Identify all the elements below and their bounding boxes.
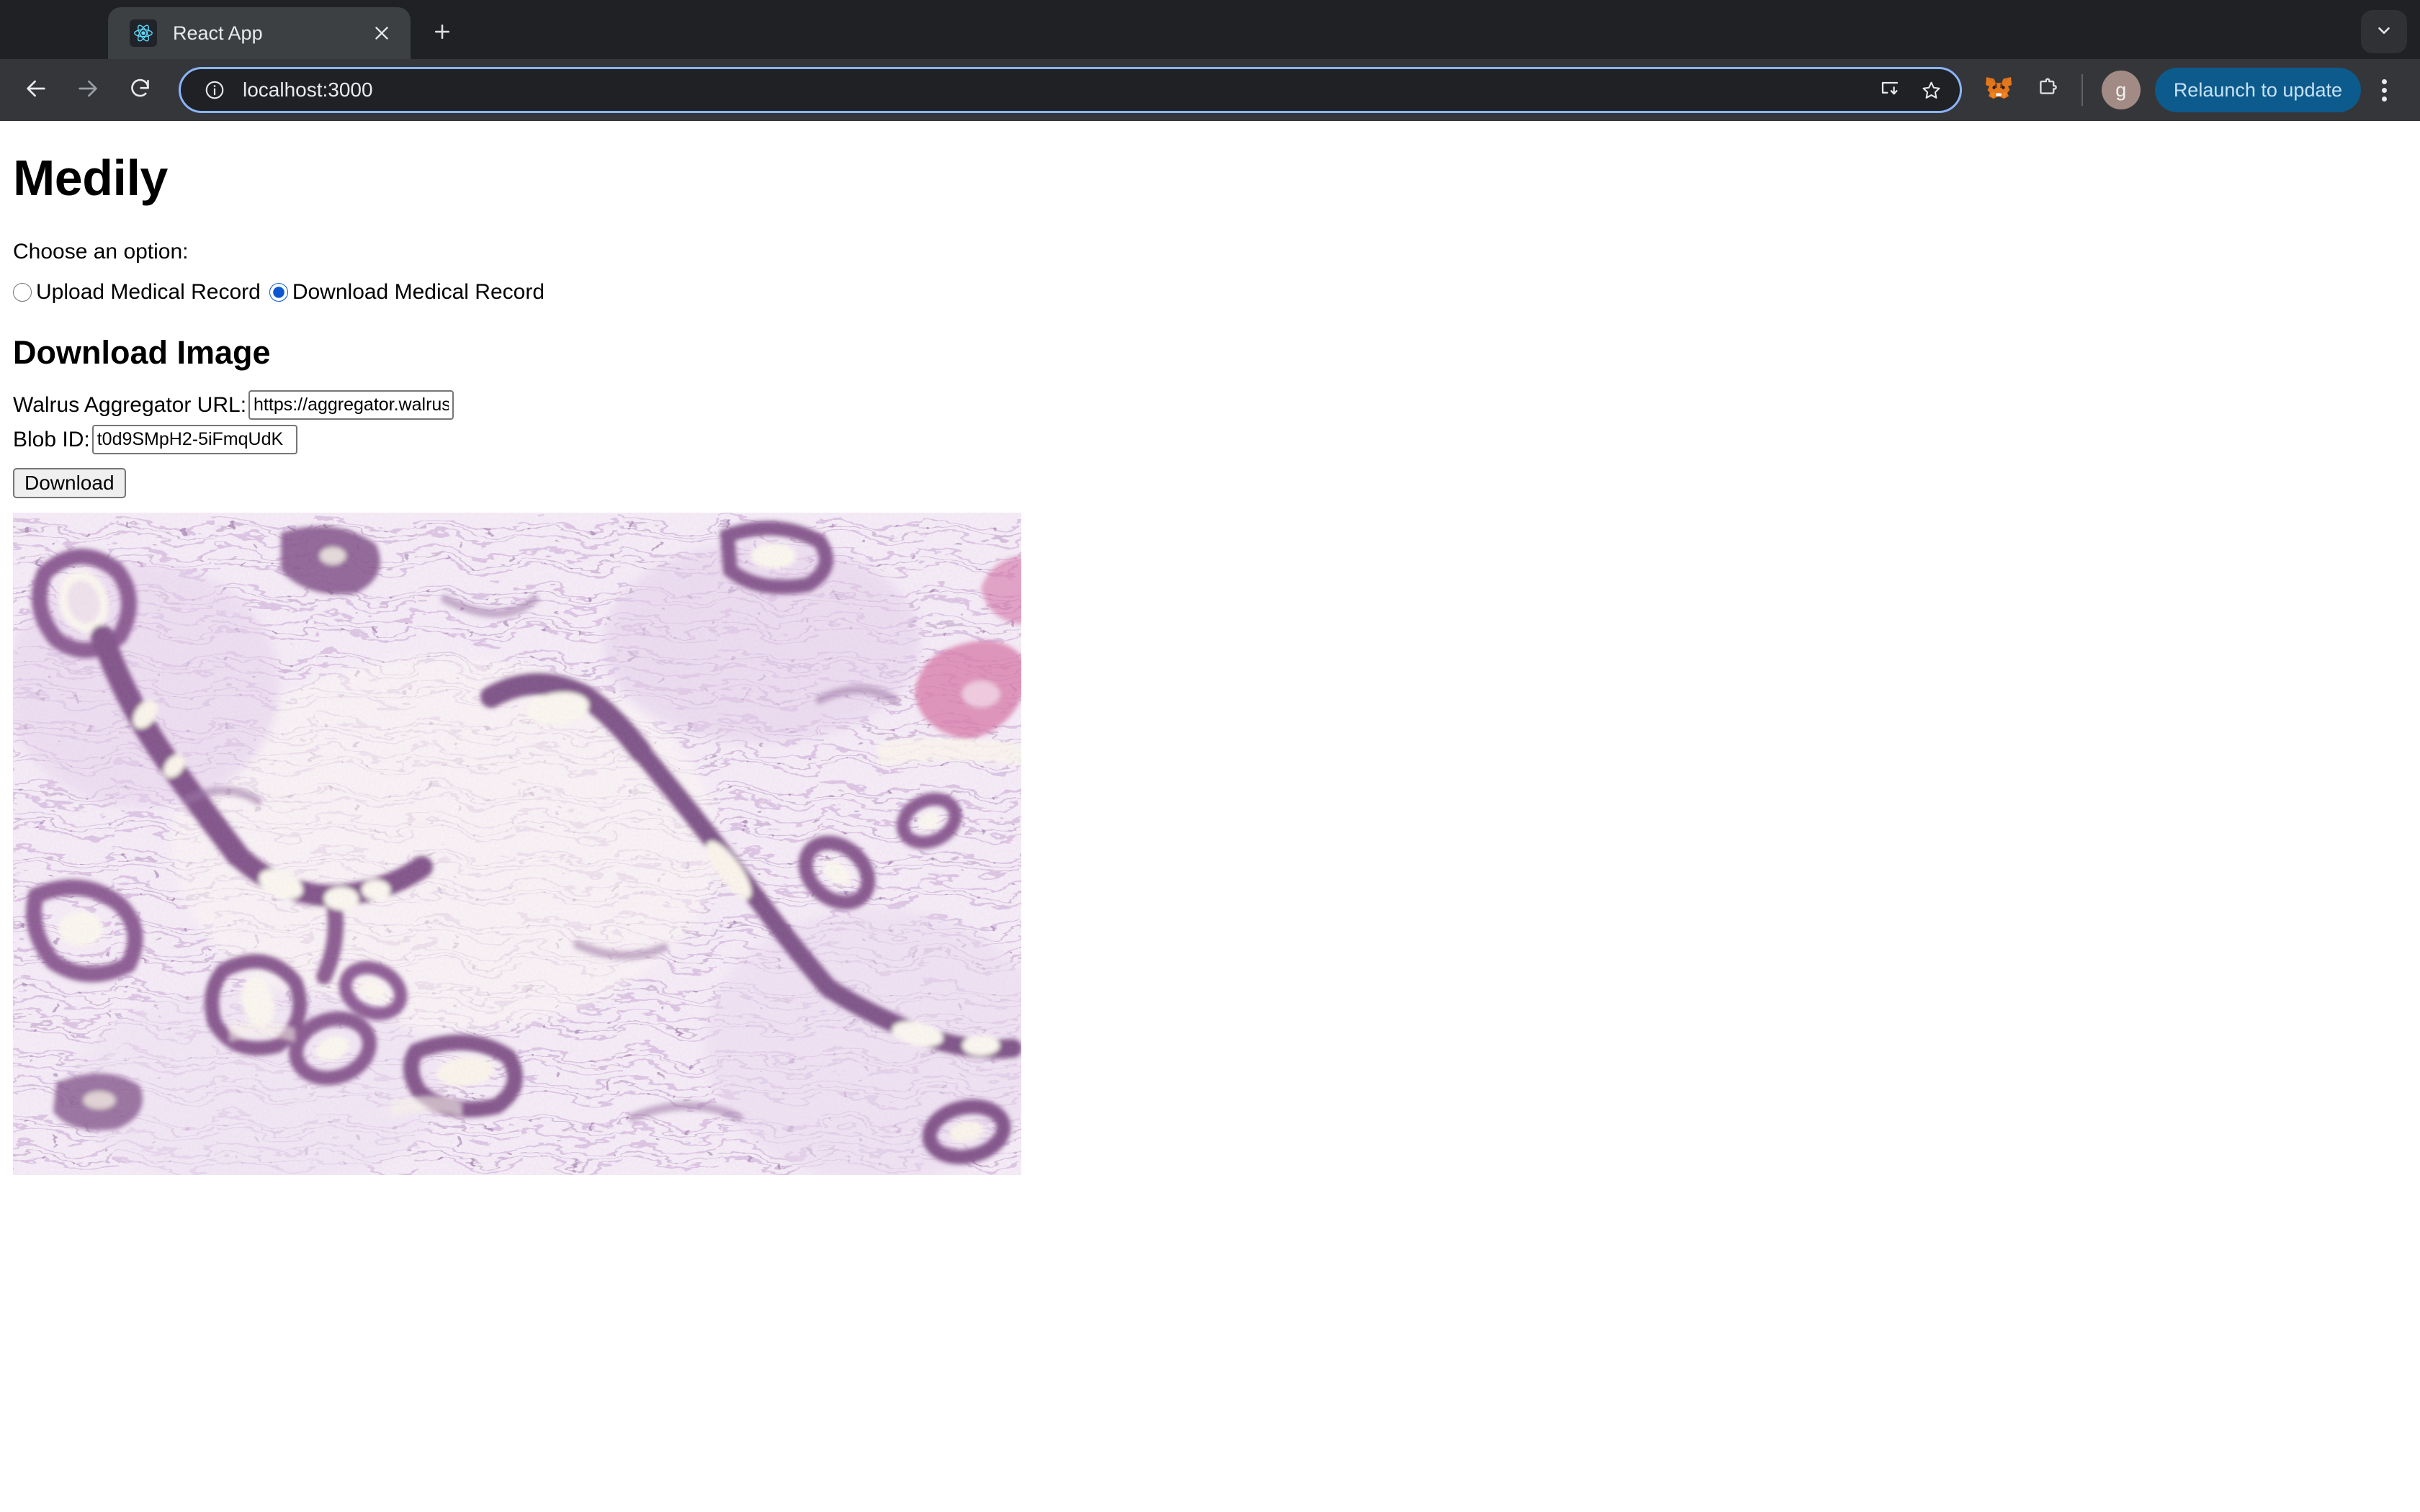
blob-id-label: Blob ID:: [13, 427, 90, 451]
browser-tab[interactable]: React App: [108, 7, 411, 59]
tab-title: React App: [173, 22, 263, 44]
address-bar[interactable]: localhost:3000: [179, 67, 1962, 113]
blob-id-input[interactable]: [91, 425, 297, 454]
radio-option-upload[interactable]: Upload Medical Record: [13, 280, 261, 305]
toolbar-divider: [2081, 74, 2083, 106]
extensions-button[interactable]: [2025, 68, 2070, 112]
browser-toolbar: localhost:3000 g Relaunch to update: [0, 59, 2420, 121]
metamask-extension-button[interactable]: [1976, 68, 2021, 112]
relaunch-label: Relaunch to update: [2173, 78, 2342, 101]
chevron-down-icon: [2375, 21, 2393, 43]
page-title: Medily: [13, 150, 168, 206]
metamask-fox-icon: [1984, 75, 2013, 106]
kebab-menu-icon[interactable]: [2364, 68, 2404, 112]
radio-input-download[interactable]: [269, 282, 288, 302]
url-text: localhost:3000: [243, 78, 373, 101]
extensions-puzzle-icon: [2035, 76, 2060, 104]
section-title: Download Image: [13, 333, 271, 371]
plus-icon: [431, 21, 453, 46]
tab-strip: React App: [0, 0, 2420, 59]
radio-option-download[interactable]: Download Medical Record: [269, 280, 544, 305]
back-arrow-icon: [24, 76, 48, 104]
radio-input-upload[interactable]: [13, 282, 32, 302]
radio-label-download: Download Medical Record: [292, 279, 544, 304]
histology-svg: [13, 513, 1021, 1175]
info-circle-icon[interactable]: [198, 73, 231, 107]
aggregator-url-label: Walrus Aggregator URL:: [13, 392, 247, 417]
reload-icon: [128, 76, 152, 104]
download-button[interactable]: Download: [13, 468, 126, 498]
aggregator-url-input[interactable]: [248, 390, 454, 420]
react-logo-icon: [130, 19, 157, 47]
new-tab-button[interactable]: [421, 12, 464, 55]
browser-window: React App localhost:3000 g Relaunch to u…: [0, 0, 2420, 121]
tab-search-button[interactable]: [2361, 10, 2407, 53]
forward-button[interactable]: [62, 64, 114, 116]
option-radio-group: Upload Medical Record Download Medical R…: [13, 280, 2407, 305]
profile-avatar[interactable]: g: [2101, 71, 2141, 109]
choose-option-label: Choose an option:: [13, 239, 189, 264]
radio-label-upload: Upload Medical Record: [36, 279, 261, 304]
forward-arrow-icon: [76, 76, 100, 104]
page-content: Medily Choose an option: Upload Medical …: [0, 150, 2420, 1175]
install-app-icon[interactable]: [1869, 69, 1911, 111]
reload-button[interactable]: [114, 64, 166, 116]
blob-id-row: Blob ID:: [13, 425, 2407, 454]
histology-slide-image: [13, 513, 1021, 1175]
relaunch-to-update-button[interactable]: Relaunch to update: [2154, 68, 2361, 112]
close-icon[interactable]: [366, 17, 398, 49]
aggregator-url-row: Walrus Aggregator URL:: [13, 390, 2407, 420]
star-icon[interactable]: [1911, 69, 1953, 111]
back-button[interactable]: [10, 64, 62, 116]
